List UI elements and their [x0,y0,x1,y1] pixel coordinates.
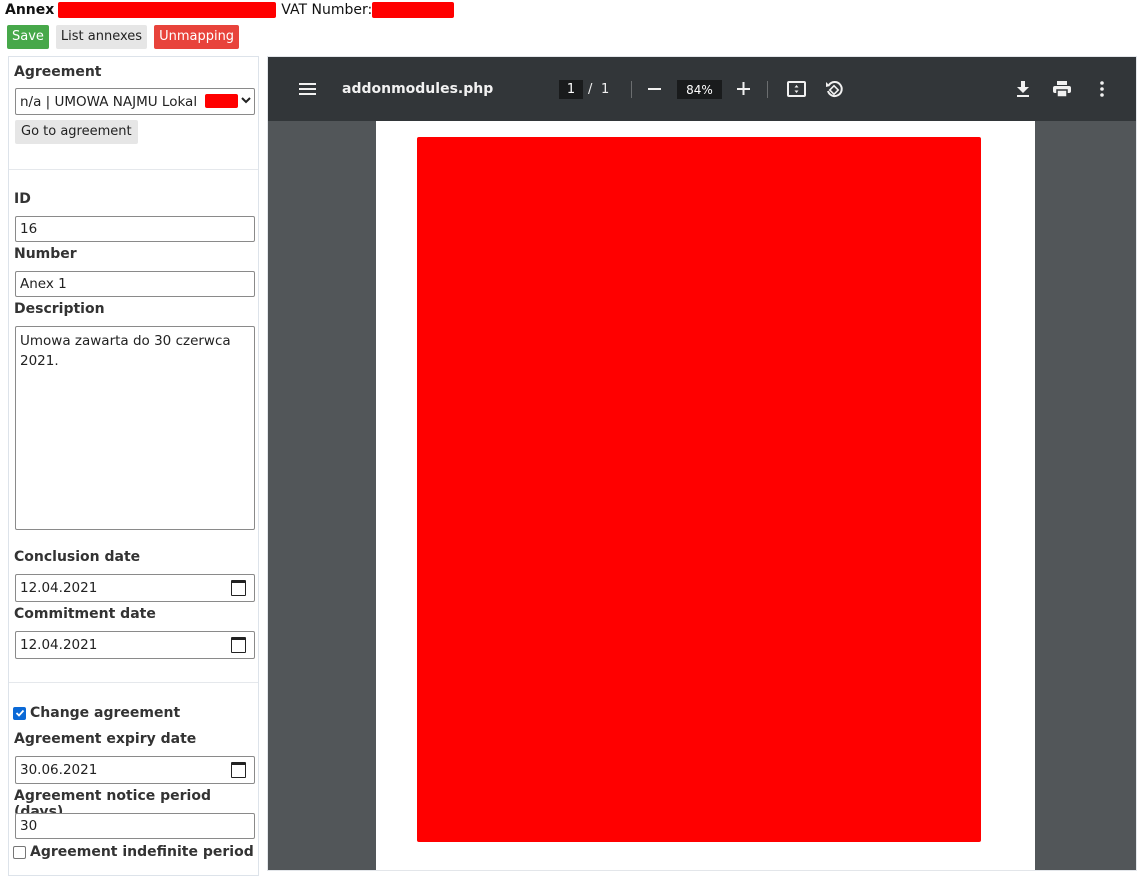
notice-period-field[interactable]: 30 [15,813,255,839]
download-icon[interactable] [1012,57,1034,121]
save-button[interactable]: Save [7,25,49,49]
page-separator: / [588,81,593,97]
commitment-date-value: 12.04.2021 [20,637,98,653]
description-textarea[interactable]: Umowa zawarta do 30 czerwca 2021. [15,326,255,530]
section-divider [9,682,258,683]
calendar-icon[interactable] [231,637,246,653]
zoom-level-input[interactable]: 84% [677,80,722,99]
go-to-agreement-button[interactable]: Go to agreement [15,120,138,144]
number-field[interactable]: Anex 1 [15,271,255,297]
agreement-label: Agreement [14,64,102,80]
pdf-page [376,121,1035,870]
rotate-icon[interactable] [823,57,845,121]
expiry-date-input[interactable]: 30.06.2021 [15,756,255,784]
agreement-select-value: n/a | UMOWA NAJMU Lokal [20,93,239,110]
number-label: Number [14,246,77,262]
annex-form-panel: Agreement n/a | UMOWA NAJMU Lokal Go to … [8,56,259,876]
more-icon[interactable] [1092,57,1112,121]
zoom-in-icon[interactable] [734,57,754,121]
id-field[interactable]: 16 [15,216,255,242]
conclusion-date-label: Conclusion date [14,549,141,565]
indefinite-period-checkbox[interactable] [13,845,26,859]
conclusion-date-input[interactable]: 12.04.2021 [15,574,255,602]
chevron-down-icon [240,94,252,109]
agreement-select[interactable]: n/a | UMOWA NAJMU Lokal [15,88,255,115]
indefinite-period-label: Agreement indefinite period [30,844,254,860]
zoom-out-icon[interactable] [645,57,665,121]
section-divider [9,169,258,170]
toolbar-divider [631,81,632,98]
page-total: 1 [601,81,610,97]
id-label: ID [14,191,31,207]
page-header: Annex VAT Number: [5,0,455,20]
pdf-title: addonmodules.php [342,81,494,97]
annex-label: Annex [5,2,55,18]
agreement-lokal-redaction [205,93,239,108]
pdf-toolbar: addonmodules.php 1 / 1 84% [268,57,1136,121]
commitment-date-input[interactable]: 12.04.2021 [15,631,255,659]
fit-page-icon[interactable] [786,57,808,121]
unmapping-button[interactable]: Unmapping [154,25,240,49]
page-number-input[interactable]: 1 [559,80,583,99]
print-icon[interactable] [1051,57,1073,121]
toolbar-divider [767,81,768,98]
conclusion-date-value: 12.04.2021 [20,580,98,596]
commitment-date-label: Commitment date [14,606,156,622]
list-annexes-button[interactable]: List annexes [55,25,148,49]
agreement-select-text: n/a | UMOWA NAJMU Lokal [20,93,198,110]
change-agreement-row: Change agreement [13,705,180,721]
calendar-icon[interactable] [231,580,246,596]
vat-number-label: VAT Number: [281,2,373,18]
menu-icon[interactable] [296,57,320,121]
change-agreement-checkbox[interactable] [13,706,26,720]
action-toolbar: Save List annexes Unmapping [7,25,240,49]
calendar-icon[interactable] [231,762,246,778]
vat-number-redaction [372,2,455,18]
annex-name-redaction [58,2,277,18]
pdf-viewer: addonmodules.php 1 / 1 84% [267,56,1137,871]
expiry-date-value: 30.06.2021 [20,762,98,778]
expiry-date-label: Agreement expiry date [14,731,197,747]
description-label: Description [14,301,105,317]
page-content-redaction [417,137,981,842]
indefinite-period-row: Agreement indefinite period [13,844,254,860]
change-agreement-label: Change agreement [30,705,181,721]
